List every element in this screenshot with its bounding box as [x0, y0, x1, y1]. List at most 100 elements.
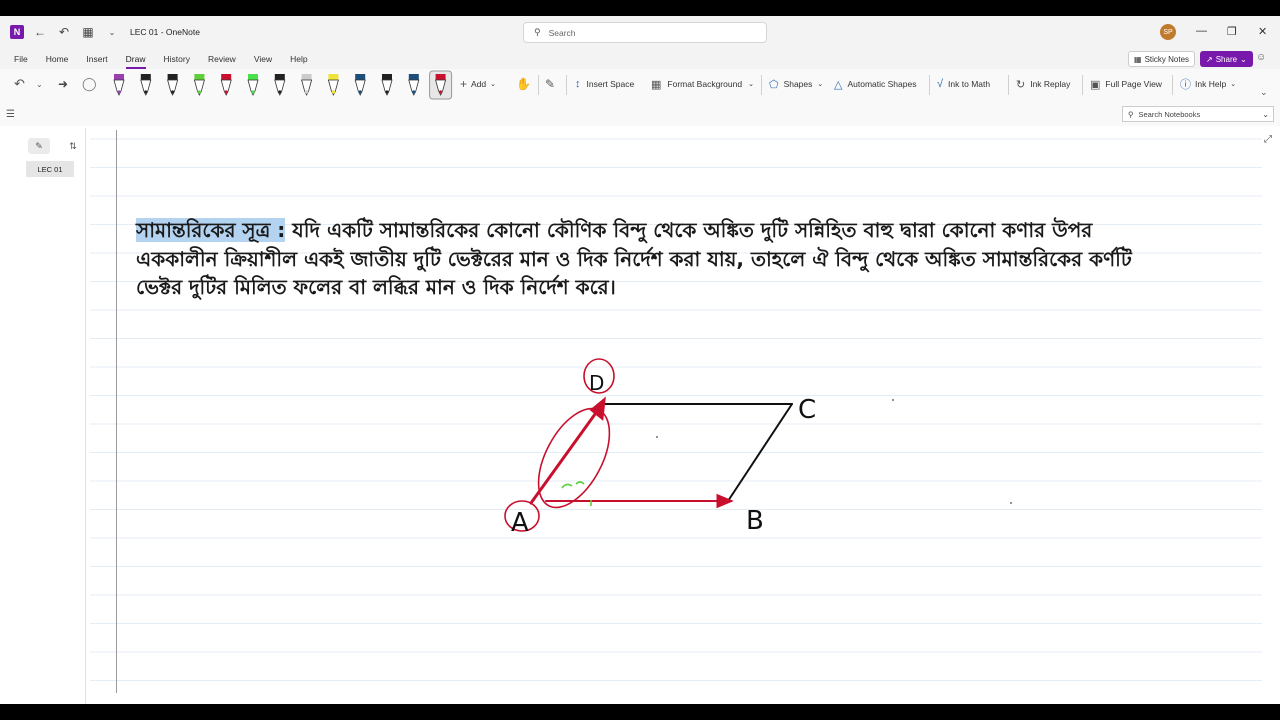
menu-insert[interactable]: Insert: [86, 54, 107, 64]
avatar[interactable]: SP: [1160, 24, 1176, 40]
pen-3-icon[interactable]: [167, 74, 179, 96]
divider: [1082, 75, 1083, 95]
undo-button[interactable]: ↶: [14, 69, 25, 99]
page-list-pane: ✎ ⇅ LEC 01: [20, 128, 86, 704]
pen-12-icon[interactable]: [408, 74, 420, 96]
menu-home[interactable]: Home: [46, 54, 69, 64]
menu-draw[interactable]: Draw: [125, 54, 146, 69]
add-pen-button[interactable]: + Add ⌄: [460, 69, 496, 99]
pen-2-icon[interactable]: [140, 74, 152, 96]
label-b: B: [746, 506, 764, 536]
pen-9-icon[interactable]: [327, 74, 339, 96]
hamburger-menu-icon[interactable]: ☰: [6, 109, 15, 120]
search-icon: ⚲: [534, 27, 541, 37]
insert-space-button[interactable]: ↕ Insert Space: [575, 69, 634, 99]
ink-replay-label: Ink Replay: [1030, 79, 1071, 89]
plus-icon: +: [460, 77, 468, 91]
pen-8-icon[interactable]: [301, 74, 313, 96]
back-icon[interactable]: ←: [32, 24, 48, 40]
pen-13-icon[interactable]: [429, 70, 453, 100]
ink-help-button[interactable]: ⓘ Ink Help ⌄: [1180, 69, 1236, 99]
onenote-window: N ← ↶ ▦ ⌄ LEC 01 - OneNote ⚲ Search SP —…: [0, 16, 1280, 704]
menu-view[interactable]: View: [254, 54, 272, 64]
format-background-button[interactable]: ▦ Format Background ⌄: [651, 69, 754, 99]
page-item-lec-01[interactable]: LEC 01: [26, 161, 74, 177]
insert-space-label: Insert Space: [586, 79, 635, 89]
divider: [566, 75, 567, 95]
note-canvas[interactable]: ⤢ সামান্তরিকের সূত্র : যদি একটি সামান্তর…: [86, 128, 1280, 704]
undo-icon[interactable]: ↶: [56, 24, 72, 40]
title-bar: N ← ↶ ▦ ⌄ LEC 01 - OneNote ⚲ Search SP —…: [0, 16, 1280, 48]
stray-dots: [656, 399, 1012, 504]
chevron-down-icon: ⌄: [1240, 54, 1247, 64]
search-input[interactable]: ⚲ Search: [523, 22, 767, 43]
chevron-down-icon: ⌄: [1262, 109, 1269, 119]
insert-space-icon: ↕: [575, 78, 581, 90]
sticky-notes-button[interactable]: ▦ Sticky Notes: [1128, 51, 1196, 67]
chevron-down-icon: ⌄: [748, 81, 754, 88]
pen-1-icon[interactable]: [113, 74, 125, 96]
divider: [538, 75, 539, 95]
parallelogram-lines: [601, 403, 793, 502]
ink-to-math-icon: √: [937, 78, 944, 90]
vector-arrows: [529, 396, 734, 509]
chevron-down-icon: ⌄: [817, 81, 824, 88]
sort-icon[interactable]: ⇅: [62, 138, 84, 154]
minimize-icon[interactable]: —: [1196, 25, 1207, 37]
search-notebooks-placeholder: Search Notebooks: [1138, 109, 1201, 119]
feedback-icon[interactable]: ☺: [1256, 52, 1266, 63]
pen-11-icon[interactable]: [381, 74, 393, 96]
restore-icon[interactable]: ❐: [1227, 25, 1237, 38]
red-loop-strokes: [504, 358, 615, 532]
shapes-button[interactable]: ⬠ Shapes ⌄: [769, 69, 823, 99]
menu-help[interactable]: Help: [290, 54, 307, 64]
vertex-labels: A B C D: [511, 371, 816, 538]
close-icon[interactable]: ✕: [1258, 25, 1267, 38]
chevron-down-icon: ⌄: [1230, 81, 1237, 88]
document-title: LEC 01 - OneNote: [130, 27, 200, 37]
share-label: Share: [1215, 54, 1238, 64]
pen-6-icon[interactable]: [247, 74, 259, 96]
search-notebooks-input[interactable]: ⚲ Search Notebooks ⌄: [1122, 106, 1274, 122]
automatic-shapes-button[interactable]: △ Automatic Shapes: [834, 69, 916, 99]
pen-7-icon[interactable]: [274, 74, 286, 96]
vector-ab-arrowhead: [716, 493, 734, 509]
customize-icon[interactable]: ⌄: [104, 24, 120, 40]
ink-replay-button[interactable]: ↻ Ink Replay: [1016, 69, 1070, 99]
ink-replay-icon: ↻: [1016, 78, 1026, 91]
pen-10-icon[interactable]: [354, 74, 366, 96]
share-icon: ↗: [1206, 54, 1213, 64]
format-background-label: Format Background: [667, 79, 743, 89]
divider: [929, 75, 930, 95]
pen-4-icon[interactable]: [193, 74, 205, 96]
eraser-icon[interactable]: ◯: [82, 69, 97, 99]
collapse-ribbon-icon[interactable]: ⌄: [1260, 77, 1268, 107]
full-page-view-label: Full Page View: [1105, 79, 1162, 89]
sticky-notes-icon: ▦: [1134, 54, 1142, 64]
ruler-icon[interactable]: ✎: [545, 69, 555, 99]
menu-review[interactable]: Review: [208, 54, 236, 64]
automatic-shapes-label: Automatic Shapes: [847, 79, 917, 89]
search-placeholder: Search: [548, 27, 576, 38]
divider: [1008, 75, 1009, 95]
automatic-shapes-icon: △: [834, 78, 843, 91]
share-button[interactable]: ↗ Share ⌄: [1200, 51, 1253, 67]
ink-drawing: A B C D: [504, 358, 1012, 538]
quick-access-icon[interactable]: ▦: [80, 24, 96, 40]
menu-bar: File Home Insert Draw History Review Vie…: [0, 48, 1280, 69]
menu-file[interactable]: File: [14, 54, 28, 64]
help-icon: ⓘ: [1180, 79, 1191, 91]
shapes-label: Shapes: [783, 79, 813, 89]
green-angle-marks: [561, 481, 592, 506]
pen-5-icon[interactable]: [220, 74, 232, 96]
new-page-icon[interactable]: ✎: [28, 138, 50, 154]
label-a: A: [511, 508, 529, 538]
undo-dropdown-icon[interactable]: ⌄: [36, 69, 43, 99]
lasso-select-icon[interactable]: ➜: [58, 69, 68, 99]
full-page-view-button[interactable]: ▣ Full Page View: [1090, 69, 1162, 99]
hand-pan-icon[interactable]: ✋: [516, 69, 531, 99]
ink-to-math-button[interactable]: √ Ink to Math: [937, 69, 990, 99]
divider: [1172, 75, 1173, 95]
menu-history[interactable]: History: [164, 54, 190, 64]
chevron-down-icon: ⌄: [490, 81, 497, 88]
